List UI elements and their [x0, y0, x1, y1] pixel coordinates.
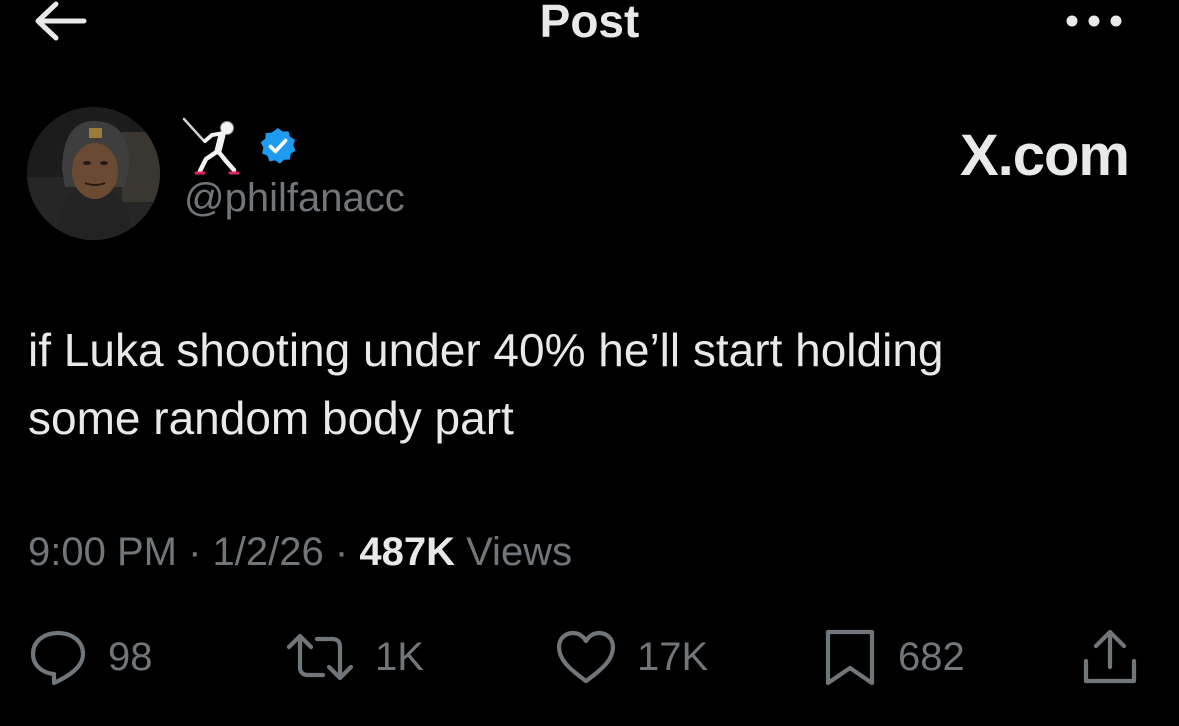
verified-badge-icon	[260, 128, 296, 164]
page-title: Post	[539, 0, 640, 47]
post-time[interactable]: 9:00 PM	[28, 530, 177, 574]
heart-icon	[556, 630, 616, 684]
views-label[interactable]: Views	[466, 530, 572, 574]
more-dots-icon	[1066, 15, 1122, 27]
reply-button[interactable]: 98	[28, 625, 153, 689]
more-options-button[interactable]	[1062, 6, 1126, 36]
bookmark-count: 682	[898, 634, 965, 679]
post-text-line: some random body part	[28, 392, 514, 444]
arrow-left-icon	[35, 1, 87, 41]
action-bar: 98 1K 17K 682	[0, 625, 1179, 695]
reply-count: 98	[108, 634, 153, 679]
reply-icon	[30, 630, 86, 686]
post-text-line: if Luka shooting under 40% he’ll start h…	[28, 324, 944, 376]
repost-icon	[286, 633, 354, 681]
post-text: if Luka shooting under 40% he’ll start h…	[28, 316, 1148, 452]
fencer-emoji	[182, 117, 240, 175]
share-button[interactable]	[1080, 625, 1140, 689]
post-date[interactable]: 1/2/26	[213, 530, 324, 574]
like-button[interactable]: 17K	[555, 625, 708, 689]
author-avatar[interactable]	[27, 107, 160, 240]
bookmark-icon	[825, 629, 875, 686]
author-handle[interactable]: @philfanacc	[184, 176, 405, 221]
meta-separator: ·	[334, 530, 349, 574]
post-meta: 9:00 PM · 1/2/26 · 487K Views	[28, 530, 572, 575]
author-display-name[interactable]	[182, 116, 298, 176]
back-button[interactable]	[32, 0, 92, 44]
meta-separator: ·	[188, 530, 202, 574]
like-count: 17K	[637, 634, 709, 679]
views-count[interactable]: 487K	[359, 530, 455, 574]
share-icon	[1083, 629, 1137, 684]
repost-count: 1K	[375, 634, 424, 679]
bookmark-button[interactable]: 682	[822, 625, 965, 689]
watermark: X.com	[959, 123, 1130, 188]
repost-button[interactable]: 1K	[285, 625, 424, 689]
